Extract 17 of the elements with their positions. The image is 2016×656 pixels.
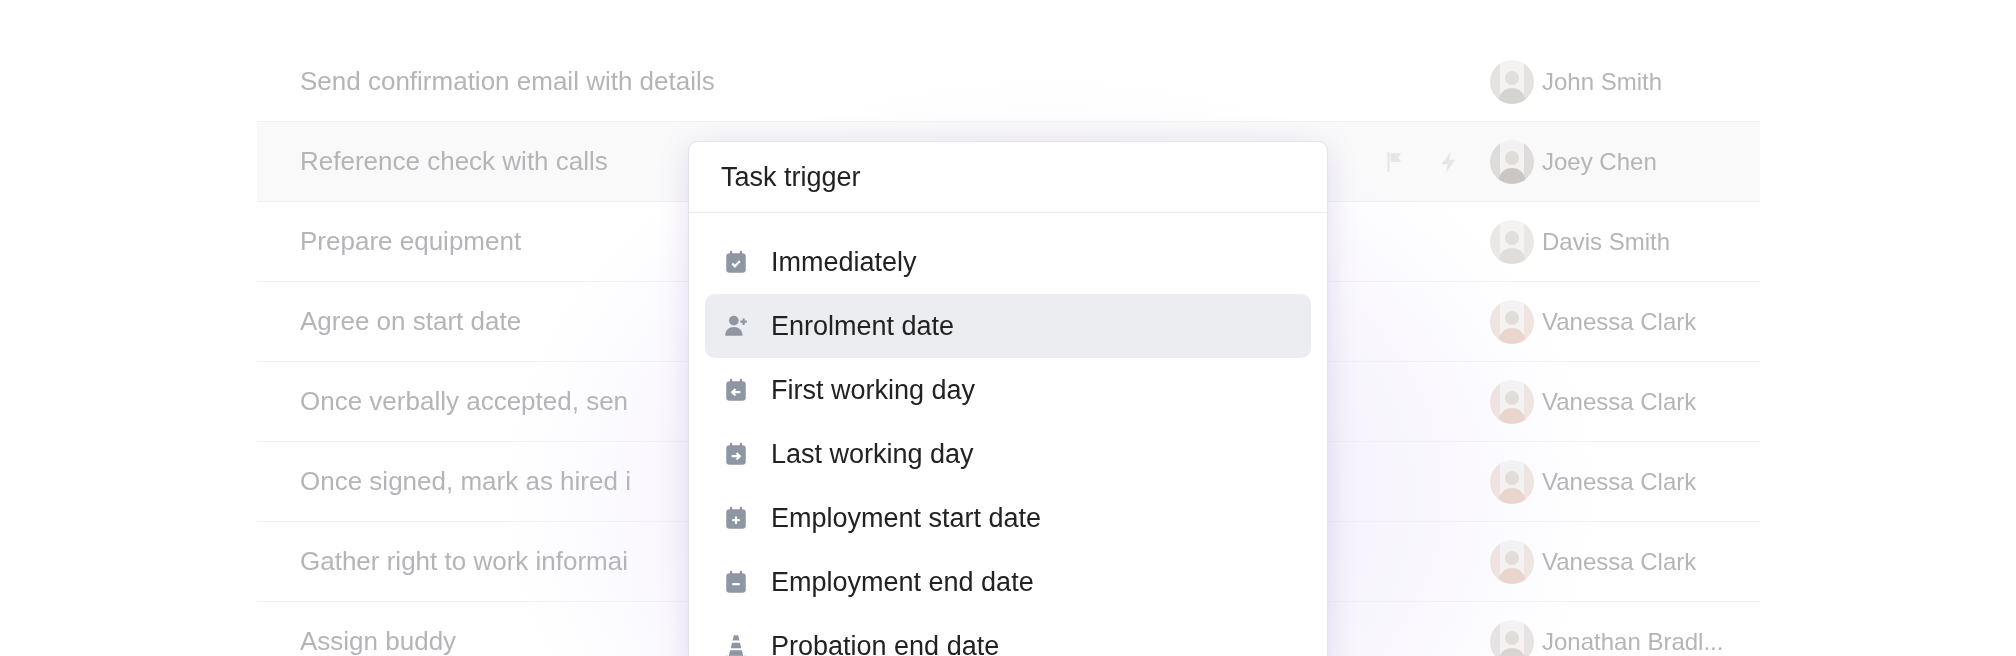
task-title: Prepare equipment bbox=[300, 226, 522, 257]
task-title: Send confirmation email with details bbox=[300, 66, 715, 97]
task-title: Gather right to work informai bbox=[300, 546, 628, 577]
assignee-name: Vanessa Clark bbox=[1542, 467, 1698, 496]
task-title: Reference check with calls bbox=[300, 146, 608, 177]
assignee-name: Davis Smith bbox=[1542, 227, 1672, 256]
assignee-name: John Smith bbox=[1542, 67, 1664, 96]
assignee-name: Vanessa Clark bbox=[1542, 387, 1698, 416]
assignee-name: Joey Chen bbox=[1542, 147, 1658, 176]
assignee-name: Vanessa Clark bbox=[1542, 547, 1698, 576]
task-title: Agree on start date bbox=[300, 306, 522, 337]
assignee-name: Jonathan Bradl... bbox=[1542, 627, 1725, 656]
task-title: Assign buddy bbox=[300, 626, 457, 656]
task-title: Once verbally accepted, sen bbox=[300, 386, 629, 417]
task-title: Once signed, mark as hired i bbox=[300, 466, 631, 497]
menu-title: Task trigger bbox=[721, 161, 861, 193]
assignee-name: Vanessa Clark bbox=[1542, 307, 1698, 336]
